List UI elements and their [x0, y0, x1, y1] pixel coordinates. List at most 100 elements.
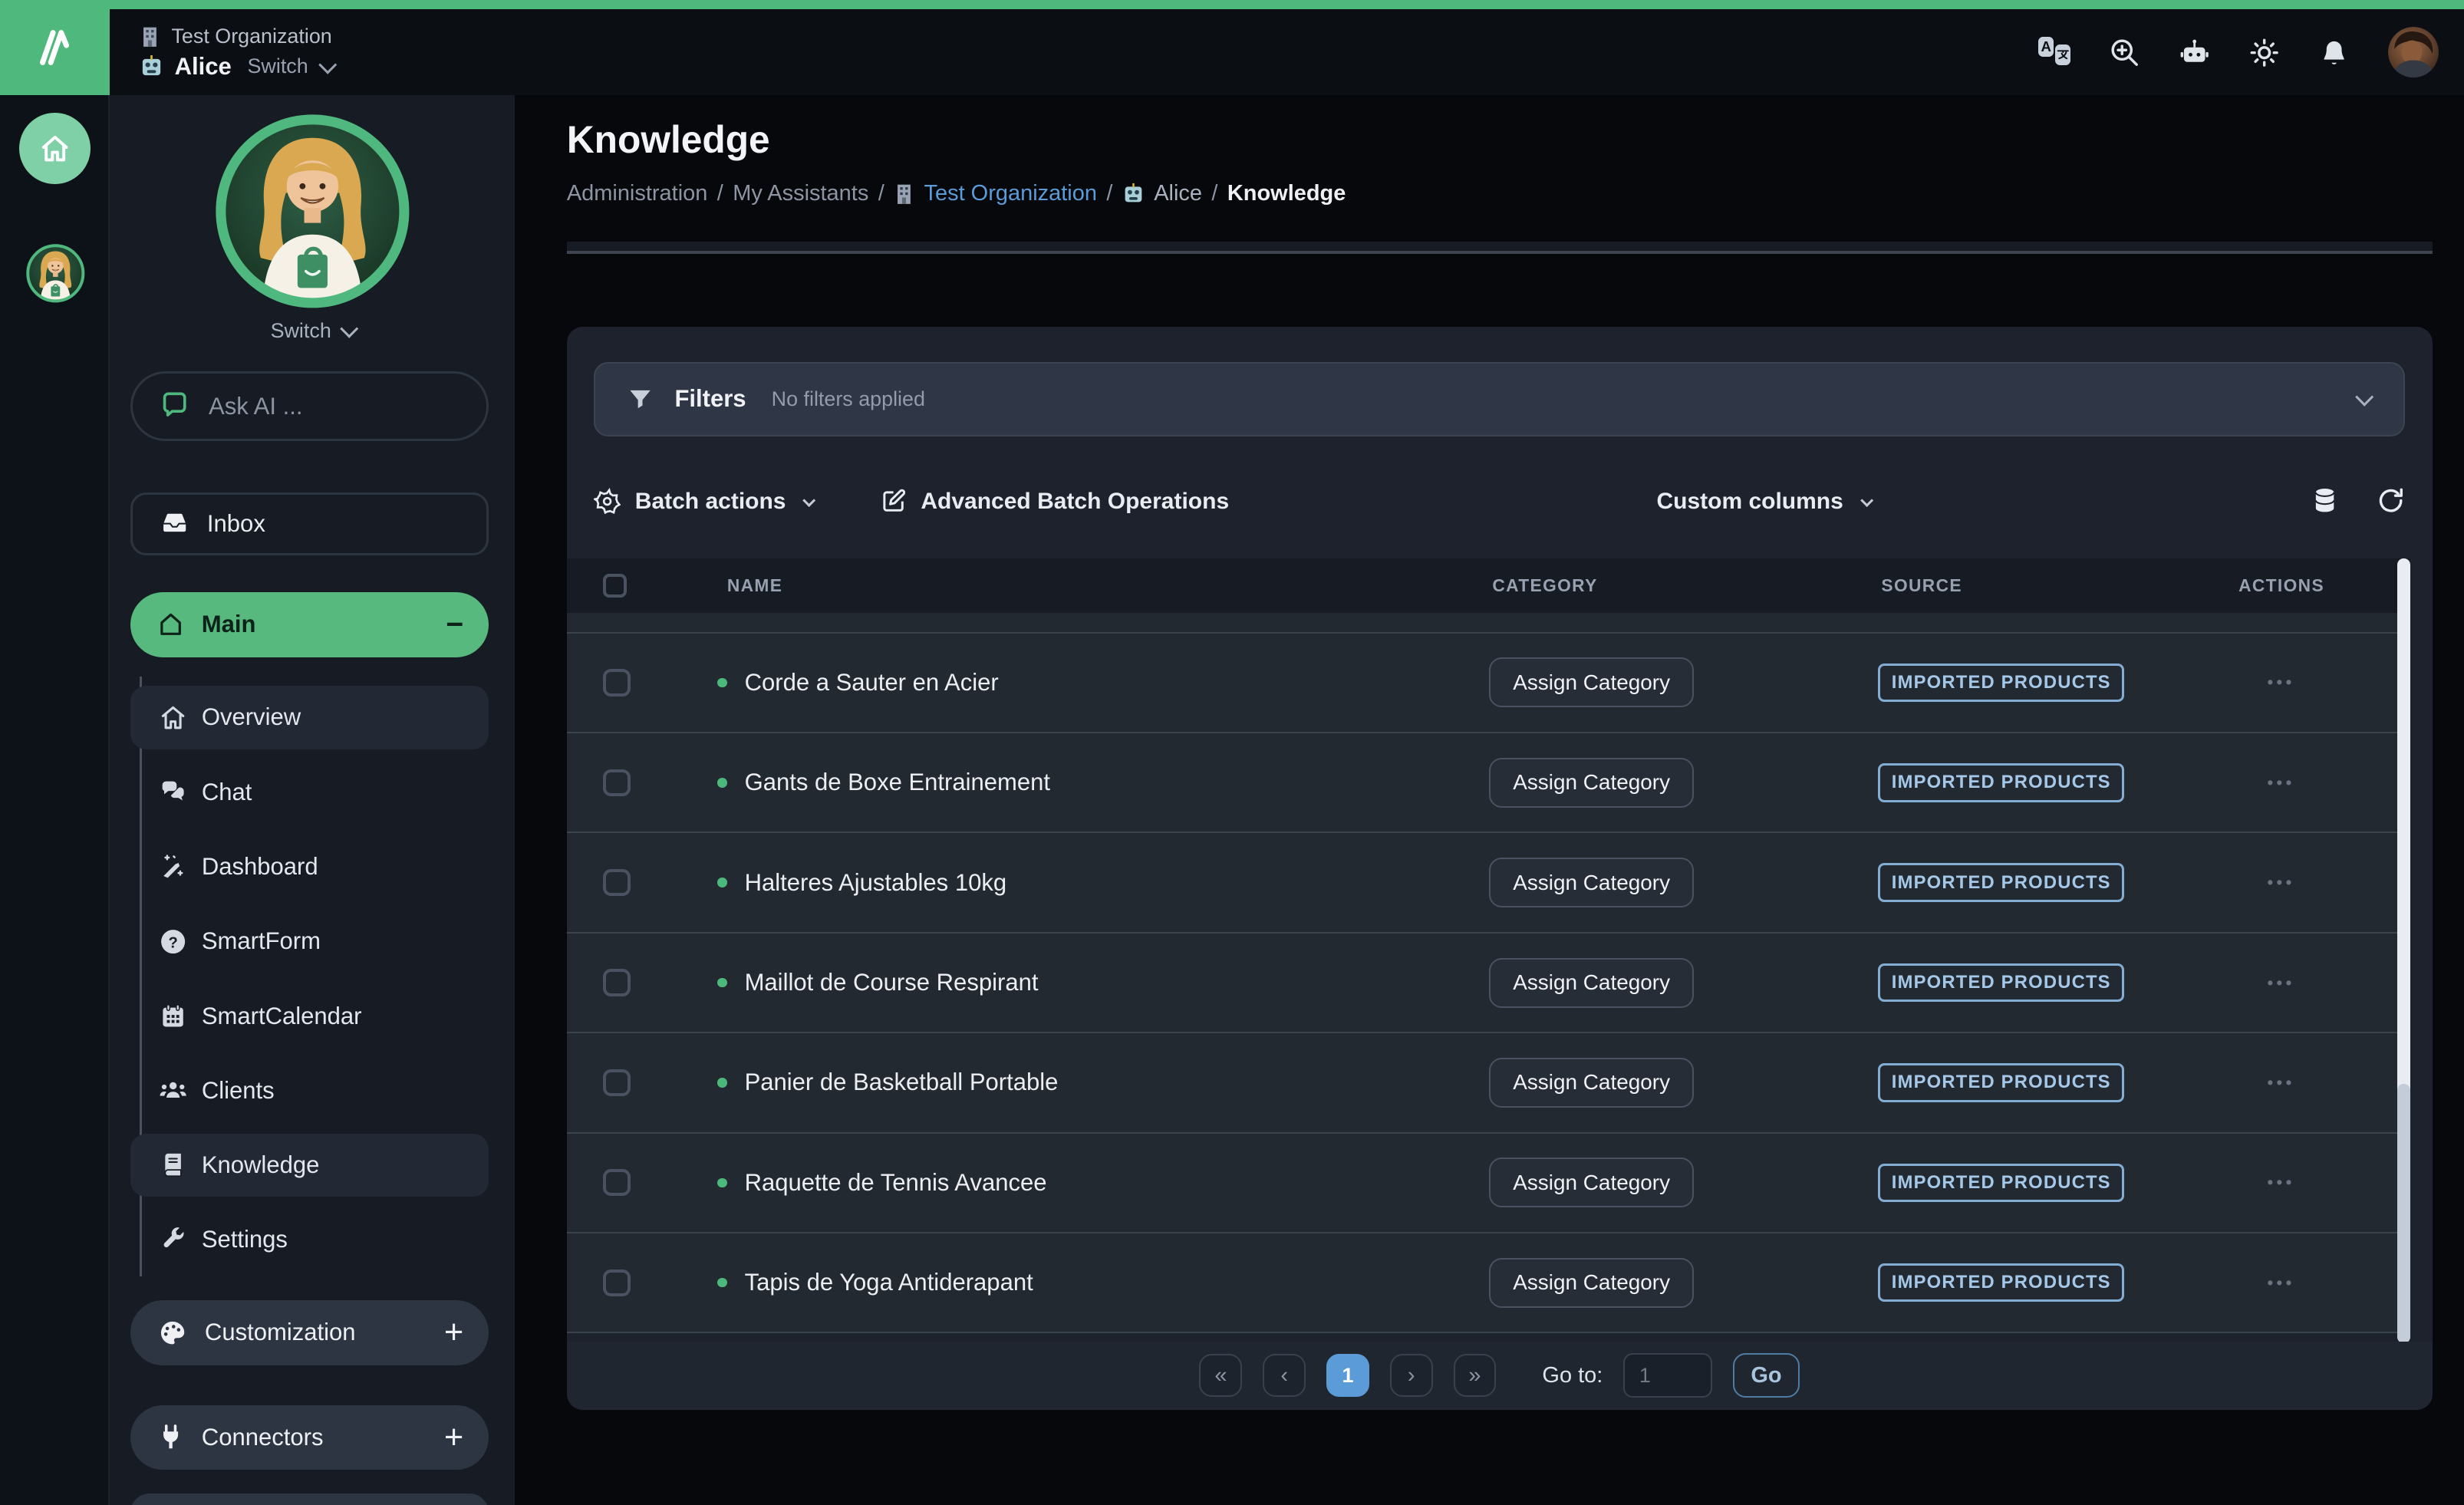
assign-category-button[interactable]: Assign Category: [1489, 1158, 1694, 1207]
select-all-checkbox[interactable]: [603, 574, 627, 598]
row-actions-menu[interactable]: •••: [2235, 973, 2381, 993]
ask-ai-input[interactable]: Ask AI ...: [130, 371, 489, 441]
sun-icon: [2248, 37, 2280, 68]
row-checkbox[interactable]: [603, 969, 630, 996]
row-actions-menu[interactable]: •••: [2235, 672, 2381, 693]
building-icon: [894, 183, 914, 204]
filters-bar[interactable]: Filters No filters applied: [594, 362, 2405, 436]
first-page-button[interactable]: «: [1199, 1354, 1242, 1397]
theme-toggle-button[interactable]: [2248, 37, 2280, 68]
source-badge: IMPORTED PRODUCTS: [1878, 1063, 2124, 1102]
palette-icon: [157, 1318, 187, 1348]
breadcrumb-assistant[interactable]: Alice: [1154, 181, 1202, 206]
sidebar-item-smartform[interactable]: ? SmartForm: [130, 910, 489, 973]
assistant-bot-button[interactable]: [2179, 37, 2210, 68]
row-name[interactable]: Panier de Basketball Portable: [745, 1069, 1059, 1096]
chevron-down-icon[interactable]: [2356, 388, 2373, 406]
prev-page-button[interactable]: ‹: [1263, 1354, 1306, 1397]
rail-assistant-avatar[interactable]: [25, 243, 86, 304]
refresh-button[interactable]: [2377, 486, 2405, 516]
assign-category-button[interactable]: Assign Category: [1489, 858, 1694, 907]
go-button[interactable]: Go: [1733, 1353, 1800, 1398]
home-icon: [40, 133, 70, 163]
row-name[interactable]: Tapis de Yoga Antiderapant: [745, 1269, 1033, 1296]
batch-actions-dropdown[interactable]: Batch actions: [594, 488, 813, 515]
main-content: Knowledge Administration / My Assistants…: [515, 95, 2464, 1505]
sidebar-item-knowledge[interactable]: Knowledge: [130, 1134, 489, 1197]
collapse-icon[interactable]: −: [446, 608, 463, 642]
row-name[interactable]: Maillot de Course Respirant: [745, 969, 1039, 996]
translate-a-icon: A: [2038, 37, 2054, 58]
user-avatar[interactable]: [2388, 27, 2439, 77]
sidebar-item-overview[interactable]: Overview: [130, 686, 489, 749]
source-badge: IMPORTED PRODUCTS: [1878, 963, 2124, 1003]
expand-icon[interactable]: +: [444, 1314, 463, 1352]
row-checkbox[interactable]: [603, 869, 630, 896]
assistant-name: Alice: [175, 53, 232, 81]
database-view-button[interactable]: [2311, 486, 2338, 516]
row-name[interactable]: Corde a Sauter en Acier: [745, 669, 999, 697]
sidebar-item-chat[interactable]: Chat: [130, 760, 489, 824]
column-header-category[interactable]: CATEGORY: [1489, 575, 1878, 596]
column-header-name[interactable]: NAME: [635, 575, 1489, 596]
notifications-button[interactable]: [2318, 37, 2350, 68]
table-row: Panier de Basketball Portable Assign Cat…: [567, 1033, 2410, 1133]
row-actions-menu[interactable]: •••: [2235, 772, 2381, 793]
row-actions-menu[interactable]: •••: [2235, 1273, 2381, 1293]
assign-category-button[interactable]: Assign Category: [1489, 758, 1694, 808]
row-checkbox[interactable]: [603, 1270, 630, 1296]
rail-home-button[interactable]: [19, 113, 91, 184]
chat-bubble-icon: [160, 391, 189, 421]
sidebar-item-clients[interactable]: Clients: [130, 1059, 489, 1122]
row-actions-menu[interactable]: •••: [2235, 1172, 2381, 1193]
assign-category-button[interactable]: Assign Category: [1489, 1058, 1694, 1108]
sidebar-section-main[interactable]: Main −: [130, 592, 489, 657]
assign-category-button[interactable]: Assign Category: [1489, 657, 1694, 707]
row-name[interactable]: Halteres Ajustables 10kg: [745, 869, 1007, 897]
assistant-switch[interactable]: Switch: [247, 54, 308, 78]
advanced-batch-operations-button[interactable]: Advanced Batch Operations: [880, 488, 1230, 515]
assistant-avatar[interactable]: [212, 111, 413, 311]
assign-category-button[interactable]: Assign Category: [1489, 958, 1694, 1008]
chevron-down-icon[interactable]: [319, 55, 337, 73]
search-zoom-button[interactable]: [2109, 37, 2140, 68]
row-actions-menu[interactable]: •••: [2235, 1072, 2381, 1093]
breadcrumb-organization[interactable]: Test Organization: [924, 181, 1097, 206]
wrench-icon: [159, 1226, 187, 1254]
breadcrumb-administration[interactable]: Administration: [567, 181, 708, 206]
next-page-button[interactable]: ›: [1390, 1354, 1433, 1397]
row-name[interactable]: Gants de Boxe Entrainement: [745, 769, 1050, 796]
breadcrumb-my-assistants[interactable]: My Assistants: [733, 181, 868, 206]
row-checkbox[interactable]: [603, 1169, 630, 1196]
current-page-button[interactable]: 1: [1326, 1354, 1369, 1397]
organization-label: Test Organization: [140, 25, 332, 48]
source-badge: IMPORTED PRODUCTS: [1878, 1263, 2124, 1302]
column-header-source[interactable]: SOURCE: [1878, 575, 2235, 596]
sidebar-item-inbox[interactable]: Inbox: [130, 492, 489, 556]
expand-icon[interactable]: +: [444, 1419, 463, 1457]
row-checkbox[interactable]: [603, 769, 630, 796]
custom-columns-dropdown[interactable]: Custom columns: [1656, 489, 1870, 515]
row-checkbox[interactable]: [603, 1069, 630, 1096]
sidebar-section-partial[interactable]: [130, 1493, 489, 1504]
magic-wand-icon: [159, 852, 187, 881]
assign-category-button[interactable]: Assign Category: [1489, 1258, 1694, 1308]
goto-page-input[interactable]: [1623, 1353, 1712, 1398]
scrollbar-thumb[interactable]: [2397, 1084, 2410, 1342]
assistant-switch-dropdown[interactable]: Switch: [110, 319, 515, 343]
sidebar-item-settings[interactable]: Settings: [130, 1208, 489, 1272]
zoom-in-icon: [2109, 37, 2140, 68]
table-scrollbar[interactable]: [2397, 558, 2410, 1342]
row-checkbox[interactable]: [603, 669, 630, 696]
robot-icon: [1122, 183, 1145, 205]
table-row: Raquette de Tennis Avancee Assign Catego…: [567, 1134, 2410, 1233]
sidebar-section-customization[interactable]: Customization +: [130, 1300, 489, 1365]
translate-button[interactable]: A: [2038, 37, 2070, 68]
row-name[interactable]: Raquette de Tennis Avancee: [745, 1169, 1047, 1197]
last-page-button[interactable]: »: [1454, 1354, 1497, 1397]
app-logo[interactable]: [0, 0, 110, 95]
sidebar-section-connectors[interactable]: Connectors +: [130, 1405, 489, 1470]
sidebar-item-dashboard[interactable]: Dashboard: [130, 835, 489, 899]
sidebar-item-smartcalendar[interactable]: SmartCalendar: [130, 984, 489, 1048]
row-actions-menu[interactable]: •••: [2235, 872, 2381, 893]
